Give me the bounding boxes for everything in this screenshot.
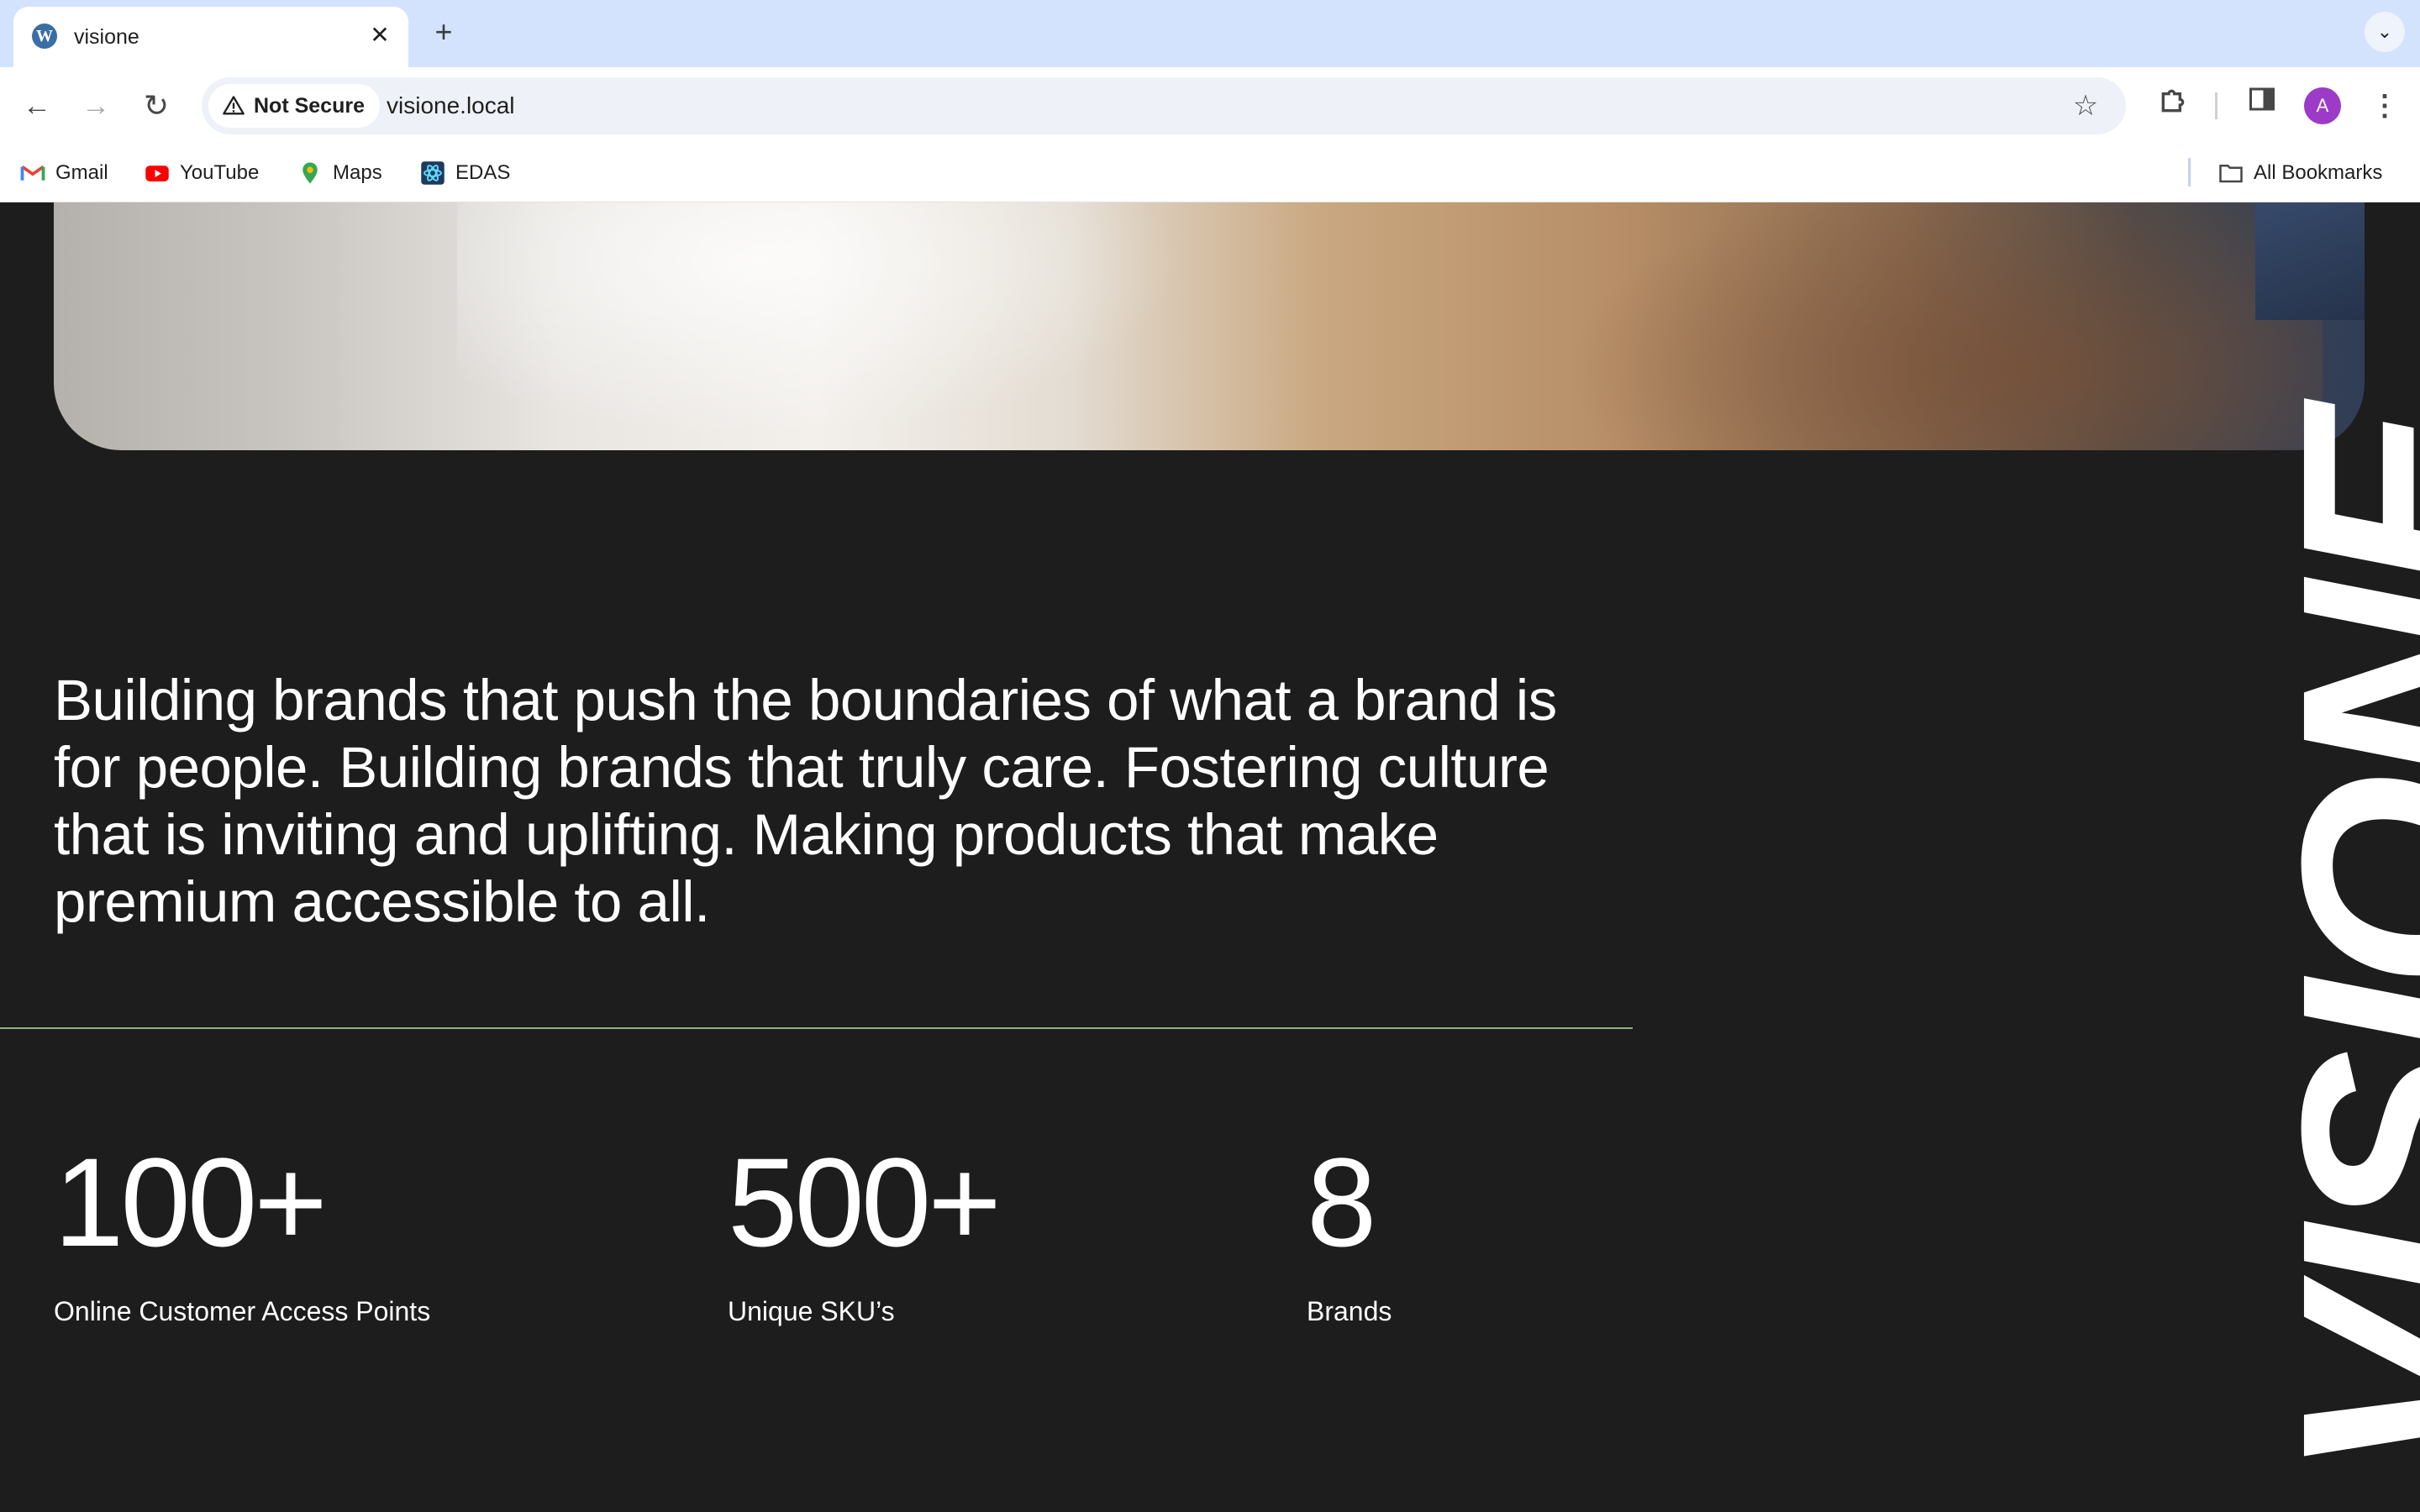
url-text[interactable]: visione.local — [387, 92, 515, 119]
tab-title: visione — [74, 25, 139, 49]
bookmark-label: YouTube — [180, 161, 260, 184]
bookmark-label: Gmail — [55, 161, 108, 184]
page-content: VISIONE Building brands that push the bo… — [0, 202, 2420, 1512]
extensions-puzzle-icon[interactable] — [2151, 84, 2195, 128]
toolbar-divider — [2215, 92, 2217, 119]
browser-toolbar: ← → ↻ Not Secure visione.local ☆ A ⋮ — [0, 67, 2420, 144]
back-arrow-icon[interactable]: ← — [17, 86, 57, 126]
stat-label: Unique SKU’s — [728, 1296, 895, 1326]
all-bookmarks-label: All Bookmarks — [2254, 161, 2383, 184]
bookmark-label: EDAS — [455, 161, 511, 184]
hero-image — [54, 202, 2365, 450]
tab-strip: W visione ✕ + ⌄ — [0, 0, 2420, 67]
bookmark-star-icon[interactable]: ☆ — [2067, 87, 2104, 124]
stat-unique-skus: 500+ Unique SKU’s — [728, 1131, 1002, 1327]
bookmark-edas[interactable]: EDAS — [420, 156, 510, 190]
new-tab-button[interactable]: + — [427, 15, 460, 49]
stat-access-points: 100+ Online Customer Access Points — [54, 1135, 430, 1327]
close-tab-icon[interactable]: ✕ — [365, 20, 395, 50]
wordpress-icon: W — [32, 24, 57, 49]
bookmark-label: Maps — [333, 161, 382, 184]
warning-triangle-icon — [223, 96, 245, 115]
stat-value: 100+ — [54, 1131, 328, 1273]
reload-icon[interactable]: ↻ — [136, 86, 176, 126]
stat-brands: 8 Brands — [1307, 1135, 1392, 1327]
folder-icon — [2219, 165, 2243, 183]
tab-search-chevron-icon[interactable]: ⌄ — [2365, 12, 2405, 52]
forward-arrow-icon[interactable]: → — [76, 86, 116, 126]
bookmark-youtube[interactable]: YouTube — [145, 156, 259, 190]
intro-paragraph: Building brands that push the boundaries… — [54, 668, 1557, 934]
side-panel-icon[interactable] — [2240, 84, 2284, 128]
stat-label: Brands — [1307, 1296, 1392, 1326]
maps-icon — [302, 162, 318, 184]
site-info-chip[interactable]: Not Secure — [208, 84, 380, 128]
edas-icon — [421, 161, 445, 185]
not-secure-label: Not Secure — [254, 93, 365, 118]
browser-tab[interactable]: W visione ✕ — [13, 7, 408, 67]
bookmark-gmail[interactable]: Gmail — [20, 156, 108, 190]
menu-kebab-icon[interactable]: ⋮ — [2363, 84, 2407, 128]
profile-avatar[interactable]: A — [2304, 87, 2341, 124]
all-bookmarks-button[interactable]: All Bookmarks — [2218, 156, 2382, 190]
bookmarks-divider — [2188, 158, 2191, 186]
address-bar[interactable]: Not Secure visione.local ☆ — [202, 77, 2126, 134]
stat-label: Online Customer Access Points — [54, 1296, 431, 1326]
youtube-icon — [145, 165, 169, 181]
bookmarks-bar: Gmail YouTube Maps EDAS All Bookmarks — [0, 144, 2420, 202]
gmail-icon — [20, 165, 45, 181]
stat-value: 8 — [1307, 1131, 1376, 1273]
vertical-brand-logo: VISIONE — [2244, 413, 2420, 1479]
stat-value: 500+ — [728, 1131, 1002, 1273]
section-divider — [0, 1027, 1633, 1029]
bookmark-maps[interactable]: Maps — [297, 156, 382, 190]
